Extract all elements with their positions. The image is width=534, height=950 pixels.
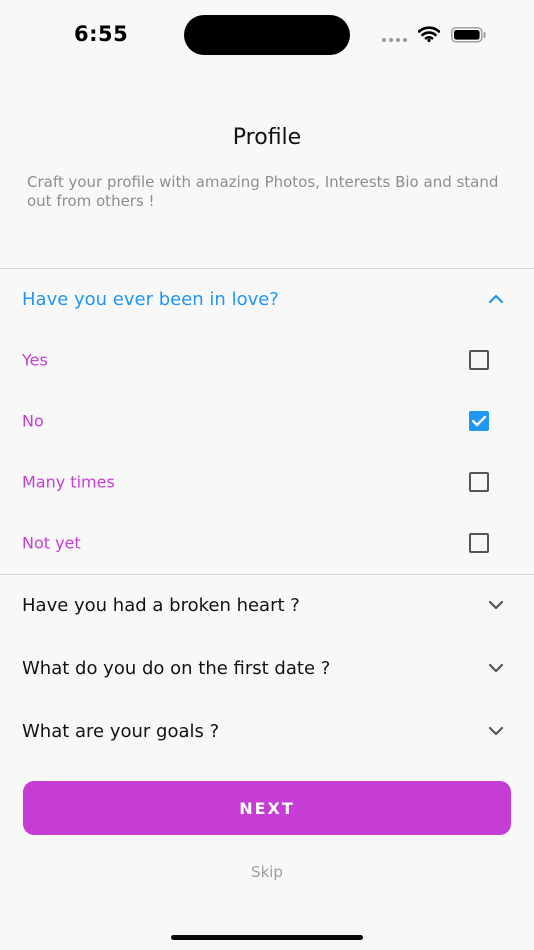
option-label: Not yet bbox=[22, 533, 81, 553]
option-not-yet[interactable]: Not yet bbox=[0, 521, 534, 565]
chevron-down-icon bbox=[488, 663, 504, 673]
chevron-down-icon bbox=[488, 600, 504, 610]
question-text: What do you do on the first date ? bbox=[22, 657, 331, 679]
option-yes[interactable]: Yes bbox=[0, 338, 534, 382]
page-title: Profile bbox=[232, 125, 302, 150]
question-text: Have you ever been in love? bbox=[22, 288, 279, 310]
next-button[interactable]: NEXT bbox=[23, 781, 511, 835]
option-no[interactable]: No bbox=[0, 399, 534, 443]
wifi-icon bbox=[418, 26, 440, 42]
battery-icon bbox=[451, 27, 486, 43]
checkmark-icon bbox=[471, 415, 487, 427]
chevron-up-icon bbox=[488, 294, 504, 304]
divider bbox=[0, 268, 534, 269]
skip-link[interactable]: Skip bbox=[0, 863, 534, 881]
question-text: What are your goals ? bbox=[22, 720, 220, 742]
question-love-header[interactable]: Have you ever been in love? bbox=[0, 274, 534, 324]
option-many-times[interactable]: Many times bbox=[0, 460, 534, 504]
question-goals-header[interactable]: What are your goals ? bbox=[0, 706, 534, 756]
dynamic-island bbox=[184, 15, 350, 55]
question-text: Have you had a broken heart ? bbox=[22, 594, 300, 616]
option-no-checkbox[interactable] bbox=[469, 411, 489, 431]
chevron-down-icon bbox=[488, 726, 504, 736]
option-yes-checkbox[interactable] bbox=[469, 350, 489, 370]
status-time: 6:55 bbox=[74, 22, 129, 46]
divider bbox=[0, 574, 534, 575]
option-label: Yes bbox=[22, 350, 48, 370]
home-indicator bbox=[171, 935, 363, 940]
option-label: Many times bbox=[22, 472, 115, 492]
question-broken-heart-header[interactable]: Have you had a broken heart ? bbox=[0, 580, 534, 630]
page-subtitle: Craft your profile with amazing Photos, … bbox=[27, 173, 499, 210]
option-many-times-checkbox[interactable] bbox=[469, 472, 489, 492]
question-first-date-header[interactable]: What do you do on the first date ? bbox=[0, 643, 534, 693]
option-not-yet-checkbox[interactable] bbox=[469, 533, 489, 553]
option-label: No bbox=[22, 411, 44, 431]
signal-dots-icon bbox=[382, 38, 407, 42]
